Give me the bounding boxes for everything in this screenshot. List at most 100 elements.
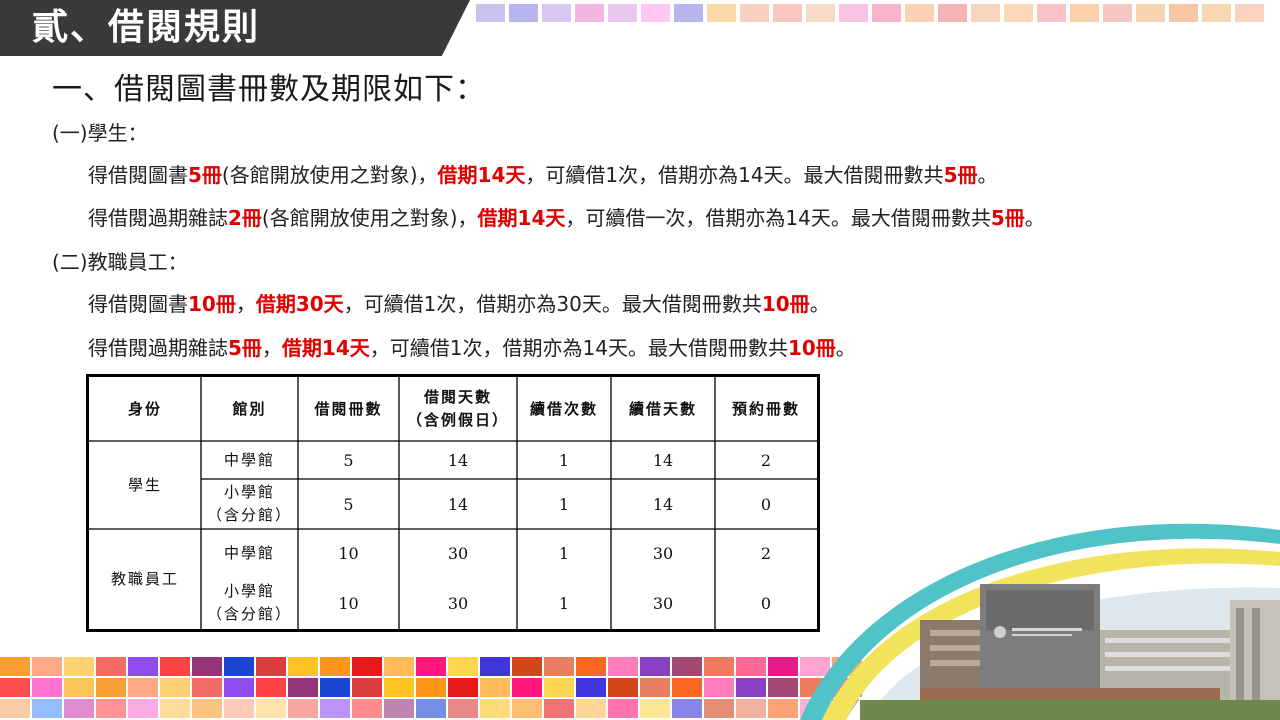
- table-value-cell: 1: [558, 593, 570, 613]
- color-swatch: [128, 699, 158, 718]
- text-part: 得借閱圖書: [88, 292, 188, 316]
- highlight: 5冊: [188, 163, 222, 187]
- color-swatch: [576, 657, 606, 676]
- borrowing-rules-table: 身份 館別 借閱冊數 借閱天數 （含例假日） 續借次數 續借天數 預約冊數 學生 中學館 5 14 1…: [86, 374, 820, 632]
- color-swatch: [448, 678, 478, 697]
- branch-cell: 小學館 （含分館）: [206, 483, 292, 524]
- color-swatch: [416, 678, 446, 697]
- table-header-cell: 館別: [232, 399, 267, 418]
- title-bar: 貳、借閱規則: [0, 0, 470, 56]
- color-swatch: [64, 699, 94, 718]
- color-swatch: [224, 699, 254, 718]
- color-swatch: [288, 699, 318, 718]
- table-value-cell: 30: [447, 543, 469, 563]
- highlight: 10冊: [188, 292, 236, 316]
- color-swatch: [0, 657, 30, 676]
- color-swatch: [160, 678, 190, 697]
- color-swatch: [128, 678, 158, 697]
- color-swatch: [160, 699, 190, 718]
- staff-rule-books: 得借閱圖書10冊，借期30天，可續借1次，借期亦為30天。最大借閱冊數共10冊。: [88, 289, 830, 319]
- color-swatch: [1136, 4, 1165, 22]
- color-swatch: [905, 4, 934, 22]
- staff-rule-magazines: 得借閱過期雜誌5冊，借期14天，可續借1次，借期亦為14天。最大借閱冊數共10冊…: [88, 333, 856, 363]
- highlight: 10冊: [761, 292, 810, 316]
- color-swatch: [0, 699, 30, 718]
- color-swatch: [512, 678, 542, 697]
- color-swatch: [1070, 4, 1099, 22]
- highlight: 10冊: [787, 336, 836, 360]
- color-swatch: [544, 699, 574, 718]
- text-part: ，可續借1次，借期亦為14天。最大借閱冊數共: [525, 163, 944, 187]
- table-value-cell: 1: [558, 543, 570, 563]
- color-swatch: [672, 678, 702, 697]
- color-swatch: [768, 699, 798, 718]
- color-swatch: [672, 699, 702, 718]
- text-part: 。: [977, 163, 998, 187]
- color-swatch: [352, 657, 382, 676]
- color-swatch: [768, 657, 798, 676]
- table-value-cell: 5: [343, 494, 354, 514]
- color-swatch: [640, 678, 670, 697]
- color-swatch: [806, 4, 835, 22]
- students-rule-magazines: 得借閱過期雜誌2冊(各館開放使用之對象)，借期14天，可續借一次，借期亦為14天…: [88, 203, 1045, 233]
- color-swatch: [476, 4, 505, 22]
- students-label: (一)學生：: [52, 121, 148, 145]
- table-header-cell: 借閱天數 （含例假日）: [406, 388, 509, 429]
- color-swatch: [512, 699, 542, 718]
- color-swatch: [704, 678, 734, 697]
- text-part: 得借閱過期雜誌: [88, 336, 228, 360]
- color-swatch: [32, 678, 62, 697]
- color-swatch: [384, 699, 414, 718]
- color-swatch: [608, 678, 638, 697]
- branch-cell: 小學館 （含分館）: [206, 582, 292, 623]
- color-swatch: [64, 678, 94, 697]
- text-part: ，可續借一次，借期亦為14天。最大借閱冊數共: [565, 206, 991, 230]
- color-swatch: [64, 657, 94, 676]
- students-rule-books: 得借閱圖書5冊(各館開放使用之對象)，借期14天，可續借1次，借期亦為14天。最…: [88, 160, 997, 190]
- text-part: (各館開放使用之對象)，: [221, 163, 438, 187]
- table-value-cell: 14: [652, 450, 674, 470]
- color-swatch: [480, 678, 510, 697]
- color-swatch: [736, 678, 766, 697]
- table-header-cell: 預約冊數: [731, 399, 800, 418]
- table-value-cell: 5: [343, 450, 354, 470]
- color-swatch: [544, 678, 574, 697]
- color-swatch: [1037, 4, 1066, 22]
- table-value-cell: 1: [558, 450, 570, 470]
- color-swatch: [416, 699, 446, 718]
- table-header-cell: 身份: [127, 399, 162, 418]
- highlight: 借期14天: [281, 336, 370, 360]
- highlight: 5冊: [228, 336, 262, 360]
- table-value-cell: 30: [652, 543, 674, 563]
- color-swatch: [1004, 4, 1033, 22]
- table-header-cell: 續借天數: [628, 399, 697, 418]
- color-swatch: [672, 657, 702, 676]
- color-swatch: [192, 678, 222, 697]
- table-value-cell: 30: [652, 593, 674, 613]
- color-swatch: [512, 657, 542, 676]
- color-swatch: [192, 657, 222, 676]
- color-swatch: [256, 657, 286, 676]
- color-swatch: [938, 4, 967, 22]
- color-swatch: [641, 4, 670, 22]
- color-swatch: [740, 4, 769, 22]
- color-swatch: [707, 4, 736, 22]
- color-swatch: [736, 657, 766, 676]
- color-swatch: [1235, 4, 1264, 22]
- color-swatch: [872, 4, 901, 22]
- color-swatch: [839, 4, 868, 22]
- color-swatch: [96, 699, 126, 718]
- highlight: 借期14天: [477, 206, 566, 230]
- text-part: (各館開放使用之對象)，: [261, 206, 478, 230]
- table-value-cell: 14: [652, 494, 674, 514]
- color-swatch: [575, 4, 604, 22]
- color-swatch: [640, 699, 670, 718]
- color-swatch: [704, 699, 734, 718]
- color-swatch: [480, 657, 510, 676]
- color-swatch: [352, 678, 382, 697]
- color-swatch: [1169, 4, 1198, 22]
- table-value-cell: 30: [447, 593, 469, 613]
- color-swatch: [256, 678, 286, 697]
- color-swatch: [640, 657, 670, 676]
- color-swatch: [768, 678, 798, 697]
